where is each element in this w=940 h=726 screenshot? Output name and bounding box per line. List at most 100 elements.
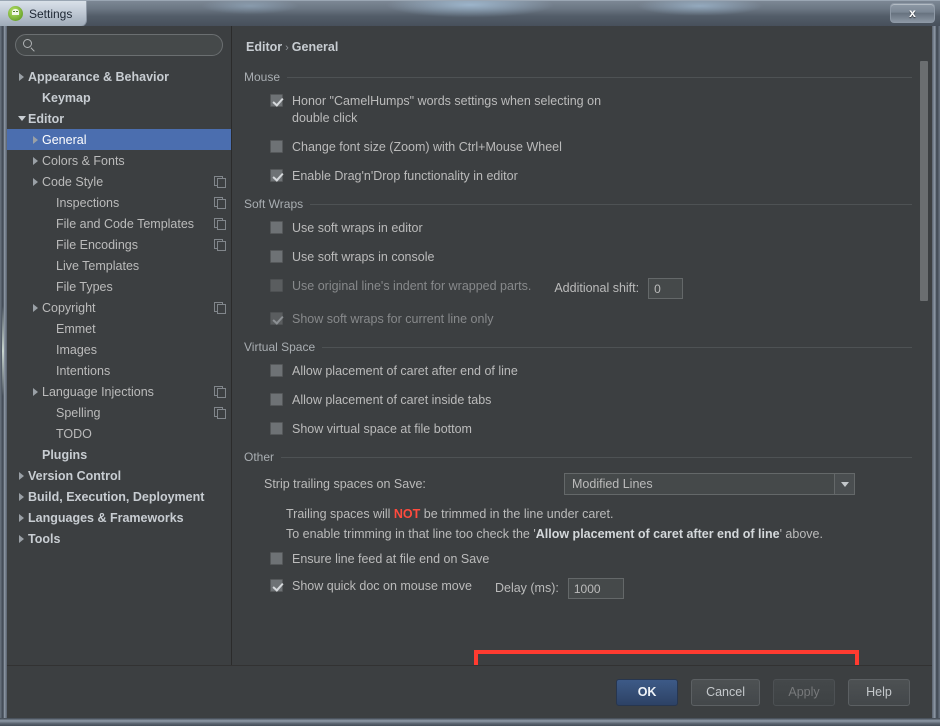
sidebar-item-plugins[interactable]: Plugins [7, 444, 231, 465]
option-show-soft-wraps-current-line[interactable]: Show soft wraps for current line only [270, 311, 912, 328]
sidebar-item-appearance-behavior[interactable]: Appearance & Behavior [7, 66, 231, 87]
option-soft-wraps-console[interactable]: Use soft wraps in console [270, 249, 912, 266]
checkbox-show-soft-wraps-current-line[interactable] [270, 312, 283, 325]
window-title-group: Settings [0, 1, 88, 27]
sidebar-item-keymap[interactable]: Keymap [7, 87, 231, 108]
sidebar-item-file-encodings[interactable]: File Encodings [7, 234, 231, 255]
sidebar-item-tools[interactable]: Tools [7, 528, 231, 549]
sidebar-item-label: Build, Execution, Deployment [28, 489, 205, 504]
option-show-quick-doc[interactable]: Show quick doc on mouse move Delay (ms): [270, 578, 912, 599]
option-honor-camelhumps[interactable]: Honor "CamelHumps" words settings when s… [270, 93, 912, 127]
option-caret-after-end-of-line[interactable]: Allow placement of caret after end of li… [270, 363, 912, 380]
option-soft-wraps-editor[interactable]: Use soft wraps in editor [270, 220, 912, 237]
option-label: Allow placement of caret after end of li… [292, 364, 518, 378]
sidebar-item-colors-fonts[interactable]: Colors & Fonts [7, 150, 231, 171]
chevron-right-icon[interactable] [15, 513, 28, 522]
strip-trailing-spaces-row: Strip trailing spaces on Save: Modified … [264, 473, 912, 495]
additional-shift-input[interactable] [648, 278, 684, 299]
group-other-title: Other [244, 450, 275, 464]
sidebar-item-label: File and Code Templates [56, 216, 195, 231]
sidebar-item-editor[interactable]: Editor [7, 108, 231, 129]
group-other-header: Other [242, 450, 912, 464]
delay-input[interactable] [567, 578, 624, 599]
strip-trailing-spaces-select[interactable]: Modified Lines [564, 473, 855, 495]
checkbox-soft-wraps-editor[interactable] [270, 221, 283, 234]
chevron-right-icon[interactable] [15, 72, 28, 81]
chevron-right-icon[interactable] [29, 135, 42, 144]
sidebar-item-file-and-code-templates[interactable]: File and Code Templates [7, 213, 231, 234]
checkbox-caret-after-end-of-line[interactable] [270, 364, 283, 377]
chevron-down-icon[interactable] [834, 474, 854, 494]
sidebar-item-general[interactable]: General [7, 129, 231, 150]
sidebar-item-file-types[interactable]: File Types [7, 276, 231, 297]
additional-shift-field: Additional shift: [554, 278, 684, 299]
settings-tree[interactable]: Appearance & Behavior Keymap Editor General… [7, 64, 231, 665]
checkbox-original-line-indent[interactable] [270, 279, 283, 292]
checkbox-change-font-size-zoom[interactable] [270, 140, 283, 153]
apply-button[interactable]: Apply [773, 678, 835, 706]
search-input[interactable] [38, 35, 216, 55]
chevron-right-icon[interactable] [15, 492, 28, 501]
option-virtual-space-file-bottom[interactable]: Show virtual space at file bottom [270, 421, 912, 438]
group-soft-wraps-title: Soft Wraps [244, 197, 304, 211]
breadcrumb-parent[interactable]: Editor [246, 40, 282, 54]
option-ensure-line-feed[interactable]: Ensure line feed at file end on Save [270, 551, 912, 568]
checkbox-honor-camelhumps[interactable] [270, 94, 283, 107]
option-label: Honor "CamelHumps" words settings when s… [292, 94, 602, 125]
checkbox-show-quick-doc[interactable] [270, 579, 283, 592]
sidebar-item-code-style[interactable]: Code Style [7, 171, 231, 192]
sidebar-item-label: File Types [56, 279, 113, 294]
group-mouse: Mouse Honor "CamelHumps" words settings … [242, 70, 912, 185]
scrollbar-thumb[interactable] [920, 61, 928, 301]
checkbox-ensure-line-feed[interactable] [270, 552, 283, 565]
sidebar-item-build-execution-deployment[interactable]: Build, Execution, Deployment [7, 486, 231, 507]
checkbox-enable-drag-n-drop[interactable] [270, 169, 283, 182]
checkbox-virtual-space-file-bottom[interactable] [270, 422, 283, 435]
sidebar-item-spelling[interactable]: Spelling [7, 402, 231, 423]
checkbox-caret-inside-tabs[interactable] [270, 393, 283, 406]
window-title: Settings [29, 6, 73, 21]
option-label: Allow placement of caret inside tabs [292, 393, 492, 407]
group-divider [322, 346, 912, 348]
sidebar-item-inspections[interactable]: Inspections [7, 192, 231, 213]
sidebar-item-label: Images [56, 342, 97, 357]
sidebar-item-copyright[interactable]: Copyright [7, 297, 231, 318]
copy-icon [214, 218, 226, 230]
checkbox-soft-wraps-console[interactable] [270, 250, 283, 263]
sidebar-item-todo[interactable]: TODO [7, 423, 231, 444]
ok-button[interactable]: OK [616, 678, 679, 706]
content-scrollbar[interactable] [918, 26, 929, 665]
sidebar-item-label: Version Control [28, 468, 122, 483]
sidebar-item-images[interactable]: Images [7, 339, 231, 360]
chevron-right-icon[interactable] [29, 387, 42, 396]
sidebar-item-language-injections[interactable]: Language Injections [7, 381, 231, 402]
sidebar-item-live-templates[interactable]: Live Templates [7, 255, 231, 276]
option-label: Show soft wraps for current line only [292, 312, 494, 326]
sidebar-item-emmet[interactable]: Emmet [7, 318, 231, 339]
sidebar-item-label: Intentions [56, 363, 111, 378]
sidebar-item-version-control[interactable]: Version Control [7, 465, 231, 486]
sidebar-item-languages-frameworks[interactable]: Languages & Frameworks [7, 507, 231, 528]
strip-trailing-spaces-label: Strip trailing spaces on Save: [264, 477, 426, 491]
option-change-font-size-zoom[interactable]: Change font size (Zoom) with Ctrl+Mouse … [270, 139, 912, 156]
chevron-right-icon[interactable] [29, 303, 42, 312]
option-label: Show virtual space at file bottom [292, 422, 472, 436]
cancel-button[interactable]: Cancel [691, 678, 760, 706]
chevron-right-icon[interactable] [15, 534, 28, 543]
chevron-right-icon[interactable] [29, 156, 42, 165]
sidebar-item-intentions[interactable]: Intentions [7, 360, 231, 381]
settings-sidebar: Appearance & Behavior Keymap Editor General… [7, 26, 232, 665]
trailing-spaces-note-line1: Trailing spaces will NOT be trimmed in t… [286, 505, 912, 523]
option-enable-drag-n-drop[interactable]: Enable Drag'n'Drop functionality in edit… [270, 168, 912, 185]
chevron-down-icon[interactable] [15, 116, 28, 121]
sidebar-item-label: Colors & Fonts [42, 153, 125, 168]
sidebar-item-label: Plugins [42, 447, 88, 462]
close-button[interactable]: x [890, 3, 935, 23]
help-button[interactable]: Help [848, 678, 910, 706]
option-original-line-indent[interactable]: Use original line's indent for wrapped p… [270, 278, 912, 299]
chevron-right-icon[interactable] [15, 471, 28, 480]
option-caret-inside-tabs[interactable]: Allow placement of caret inside tabs [270, 392, 912, 409]
sidebar-item-label: Languages & Frameworks [28, 510, 184, 525]
chevron-right-icon[interactable] [29, 177, 42, 186]
search-box[interactable] [15, 34, 223, 56]
